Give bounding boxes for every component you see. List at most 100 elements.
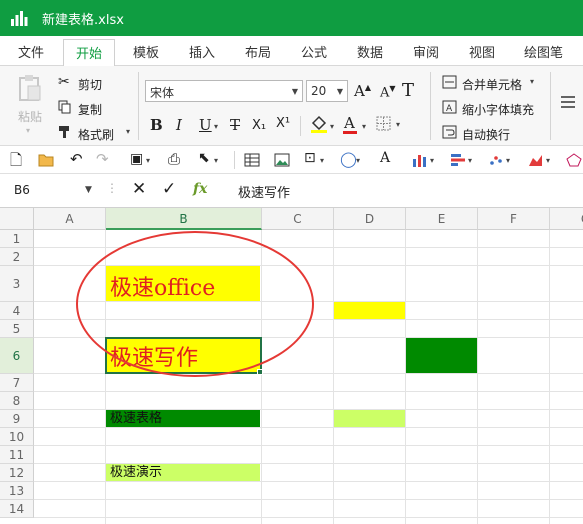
- tab-insert[interactable]: 插入: [189, 42, 215, 61]
- border-button[interactable]: ▾: [376, 116, 406, 136]
- save-icon[interactable]: ▣: [130, 151, 143, 167]
- formula-input[interactable]: 极速写作: [238, 182, 290, 201]
- name-box-dropdown-icon[interactable]: ▼: [85, 185, 92, 195]
- cut-button[interactable]: ✂ 剪切: [58, 74, 118, 92]
- redo-icon[interactable]: ↷: [96, 150, 109, 168]
- merge-dropdown-icon: ▾: [530, 77, 535, 86]
- ribbon: 粘贴 ▾ ✂ 剪切 复制 格式刷 ▾ 宋体 ▼ 20 ▼ A▲ A▼ T B I…: [0, 66, 583, 146]
- shrink-label: 缩小字体填充: [462, 103, 535, 117]
- merge-cells-button[interactable]: 合并单元格 ▾: [442, 74, 542, 92]
- name-box[interactable]: B6: [14, 183, 30, 197]
- ribbon-divider: [138, 72, 139, 140]
- open-folder-icon[interactable]: [38, 153, 54, 167]
- bar-chart-icon[interactable]: [412, 153, 428, 167]
- shrink-icon: A: [442, 100, 457, 114]
- formula-bar: B6 ▼ ⋮ ✕ ✓ fx 极速写作: [0, 174, 583, 208]
- confirm-icon[interactable]: ✓: [162, 179, 176, 199]
- copy-icon: [58, 100, 71, 114]
- new-file-icon[interactable]: 🗋: [10, 150, 22, 175]
- format-painter-button[interactable]: 格式刷 ▾: [58, 124, 138, 142]
- decrease-font-icon[interactable]: A▼: [380, 84, 396, 100]
- wrap-text-button[interactable]: 自动换行: [442, 124, 542, 142]
- toolbar-divider: [234, 151, 235, 169]
- text-box-icon[interactable]: A: [380, 150, 390, 166]
- undo-icon[interactable]: ↶: [70, 150, 83, 168]
- hbar-dropdown-icon[interactable]: ▾: [468, 156, 472, 165]
- app-logo-icon: [11, 11, 28, 26]
- cancel-icon[interactable]: ✕: [132, 179, 146, 199]
- area-dropdown-icon[interactable]: ▾: [546, 156, 550, 165]
- copy-label: 复制: [78, 103, 103, 117]
- ribbon-divider: [430, 72, 431, 140]
- save-dropdown-icon[interactable]: ▾: [146, 156, 150, 165]
- svg-text:A: A: [446, 104, 453, 114]
- shrink-to-fit-button[interactable]: A 缩小字体填充: [442, 99, 542, 117]
- paint-bucket-icon: [311, 115, 327, 133]
- copy-button[interactable]: 复制: [58, 99, 118, 117]
- border-dropdown-icon: ▾: [396, 120, 401, 129]
- tab-file[interactable]: 文件: [18, 42, 44, 61]
- image-icon[interactable]: [274, 153, 290, 167]
- menu-bar: 文件 开始 模板 插入 布局 公式 数据 审阅 视图 绘图笔: [0, 36, 583, 67]
- bold-button[interactable]: B: [150, 116, 163, 134]
- print-icon[interactable]: ⎙: [168, 150, 180, 168]
- font-name-value: 宋体: [150, 86, 175, 100]
- tab-drawing-pen[interactable]: 绘图笔: [524, 42, 563, 61]
- italic-button[interactable]: I: [176, 116, 182, 134]
- window-title: 新建表格.xlsx: [42, 13, 124, 28]
- underline-dropdown-icon[interactable]: ▾: [214, 122, 218, 131]
- function-icon[interactable]: fx: [193, 181, 207, 197]
- fill-color-button[interactable]: ▾: [310, 114, 340, 138]
- tab-formulas[interactable]: 公式: [301, 42, 327, 61]
- select-pointer-icon[interactable]: ⬉: [198, 150, 210, 166]
- paste-label: 粘贴: [18, 110, 43, 124]
- radar-chart-icon[interactable]: [566, 153, 582, 167]
- quick-toolbar: 🗋 ↶ ↷ ▣ ▾ ⎙ ⬉ ▾ ⊡ ▾ ◯ ▾ A ▾ ▾ ▾ ▾: [0, 146, 583, 174]
- tab-data[interactable]: 数据: [357, 42, 383, 61]
- tab-home[interactable]: 开始: [63, 39, 116, 67]
- wrap-icon: [442, 125, 457, 139]
- strikethrough-button[interactable]: T: [230, 116, 240, 134]
- screenshot-dropdown-icon[interactable]: ▾: [320, 156, 324, 165]
- hbar-chart-icon[interactable]: [450, 153, 466, 167]
- font-size-value: 20: [311, 84, 327, 98]
- superscript-button[interactable]: X¹: [276, 116, 290, 131]
- font-color-dropdown-icon: ▾: [362, 122, 367, 131]
- select-dropdown-icon[interactable]: ▾: [214, 156, 218, 165]
- merge-icon: [442, 75, 457, 89]
- border-icon: [376, 116, 391, 131]
- align-icon[interactable]: [560, 94, 576, 110]
- font-name-select[interactable]: 宋体 ▼: [145, 80, 303, 102]
- font-color-button[interactable]: A ▾: [342, 114, 372, 138]
- subscript-button[interactable]: X₁: [252, 118, 266, 133]
- ribbon-divider: [550, 72, 551, 140]
- area-chart-icon[interactable]: [528, 153, 544, 167]
- tab-layout[interactable]: 布局: [245, 42, 271, 61]
- table-icon[interactable]: [244, 153, 260, 167]
- tab-review[interactable]: 审阅: [413, 42, 439, 61]
- chevron-down-icon: ▼: [336, 87, 343, 96]
- ribbon-divider: [300, 116, 301, 136]
- font-size-select[interactable]: 20 ▼: [306, 80, 348, 102]
- wrap-label: 自动换行: [462, 128, 511, 142]
- font-color-letter: A: [344, 114, 355, 132]
- paste-dropdown-icon: ▾: [26, 126, 31, 135]
- tab-view[interactable]: 视图: [469, 42, 495, 61]
- chart-dropdown-icon[interactable]: ▾: [430, 156, 434, 165]
- scatter-dropdown-icon[interactable]: ▾: [506, 156, 510, 165]
- cut-label: 剪切: [78, 78, 103, 92]
- shape-dropdown-icon[interactable]: ▾: [356, 156, 360, 165]
- scissors-icon: ✂: [58, 74, 70, 90]
- underline-button[interactable]: U: [199, 116, 212, 134]
- title-bar: 新建表格.xlsx: [0, 0, 583, 36]
- paste-button[interactable]: 粘贴 ▾: [12, 74, 48, 136]
- merge-label: 合并单元格: [462, 78, 523, 92]
- tab-template[interactable]: 模板: [133, 42, 159, 61]
- increase-font-icon[interactable]: A▲: [354, 82, 371, 100]
- font-color-swatch: [343, 131, 357, 134]
- screenshot-icon[interactable]: ⊡: [304, 150, 316, 166]
- text-format-icon[interactable]: T: [402, 80, 414, 101]
- shape-icon[interactable]: ◯: [340, 150, 357, 168]
- scatter-chart-icon[interactable]: [488, 153, 504, 167]
- format-painter-icon: [59, 126, 69, 138]
